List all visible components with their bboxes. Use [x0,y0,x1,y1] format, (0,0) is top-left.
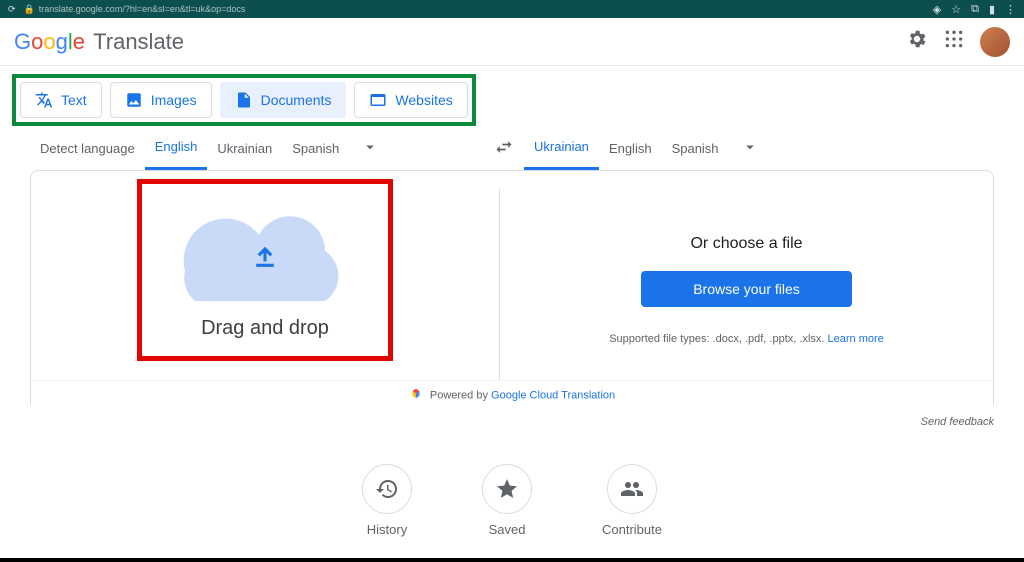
drop-label: Drag and drop [201,317,329,340]
browser-chrome: ⟳ 🔒 translate.google.com/?hl=en&sl=en&tl… [0,0,1024,18]
supported-types: Supported file types: .docx, .pdf, .pptx… [609,333,884,345]
tgt-spanish[interactable]: Spanish [662,126,729,170]
src-more-icon[interactable] [361,138,379,159]
drop-area[interactable]: Drag and drop [31,171,499,409]
cloud-upload-icon [165,201,365,311]
saved-label: Saved [489,522,526,537]
footer-bar [0,558,1024,562]
language-row: Detect language English Ukrainian Spanis… [0,126,1024,170]
menu-icon[interactable]: ⋮ [1005,3,1016,16]
cloud-logo-icon [409,387,423,404]
mode-text[interactable]: Text [20,82,102,118]
avatar[interactable] [980,27,1010,57]
mode-images[interactable]: Images [110,82,212,118]
swap-icon[interactable] [494,137,514,160]
extensions-icon[interactable]: ⧉ [971,3,979,16]
reload-icon[interactable]: ⟳ [8,4,16,15]
powered-by: Powered by Google Cloud Translation [31,380,993,410]
send-feedback-link[interactable]: Send feedback [0,410,1024,428]
history-icon [362,464,412,514]
cast-icon[interactable]: ◈ [933,3,941,16]
history-button[interactable]: History [362,464,412,537]
or-choose-label: Or choose a file [690,235,802,253]
history-label: History [367,522,407,537]
settings-icon[interactable] [906,28,928,55]
src-ukrainian[interactable]: Ukrainian [207,126,282,170]
sidepanel-icon[interactable]: ▮ [989,3,995,16]
cloud-translation-link[interactable]: Google Cloud Translation [491,389,615,401]
src-spanish[interactable]: Spanish [282,126,349,170]
tgt-more-icon[interactable] [741,138,759,159]
browse-button[interactable]: Browse your files [641,271,852,307]
mode-text-label: Text [61,92,87,108]
tgt-english[interactable]: English [599,126,662,170]
mode-documents-label: Documents [261,92,332,108]
src-english[interactable]: English [145,126,208,170]
contribute-label: Contribute [602,522,662,537]
document-panel: Drag and drop Or choose a file Browse yo… [30,170,994,410]
drop-highlight-annotation: Drag and drop [137,179,393,361]
mode-bar: Text Images Documents Websites [0,66,1024,126]
people-icon [607,464,657,514]
choose-file-area: Or choose a file Browse your files Suppo… [500,171,993,409]
src-detect[interactable]: Detect language [30,126,145,170]
app-header: Google Translate [0,18,1024,66]
apps-icon[interactable] [944,29,964,54]
lock-icon: 🔒 [24,4,35,15]
mode-websites[interactable]: Websites [354,82,467,118]
contribute-button[interactable]: Contribute [602,464,662,537]
learn-more-link[interactable]: Learn more [828,333,884,345]
tgt-ukrainian[interactable]: Ukrainian [524,126,599,170]
saved-button[interactable]: Saved [482,464,532,537]
google-translate-logo[interactable]: Google Translate [14,29,184,55]
url-text[interactable]: translate.google.com/?hl=en&sl=en&tl=uk&… [39,4,246,14]
mode-highlight-annotation: Text Images Documents Websites [12,74,476,126]
mode-images-label: Images [151,92,197,108]
bottom-actions: History Saved Contribute [0,464,1024,537]
star-icon[interactable]: ☆ [951,3,961,16]
mode-documents[interactable]: Documents [220,82,347,118]
mode-websites-label: Websites [395,92,452,108]
star-filled-icon [482,464,532,514]
